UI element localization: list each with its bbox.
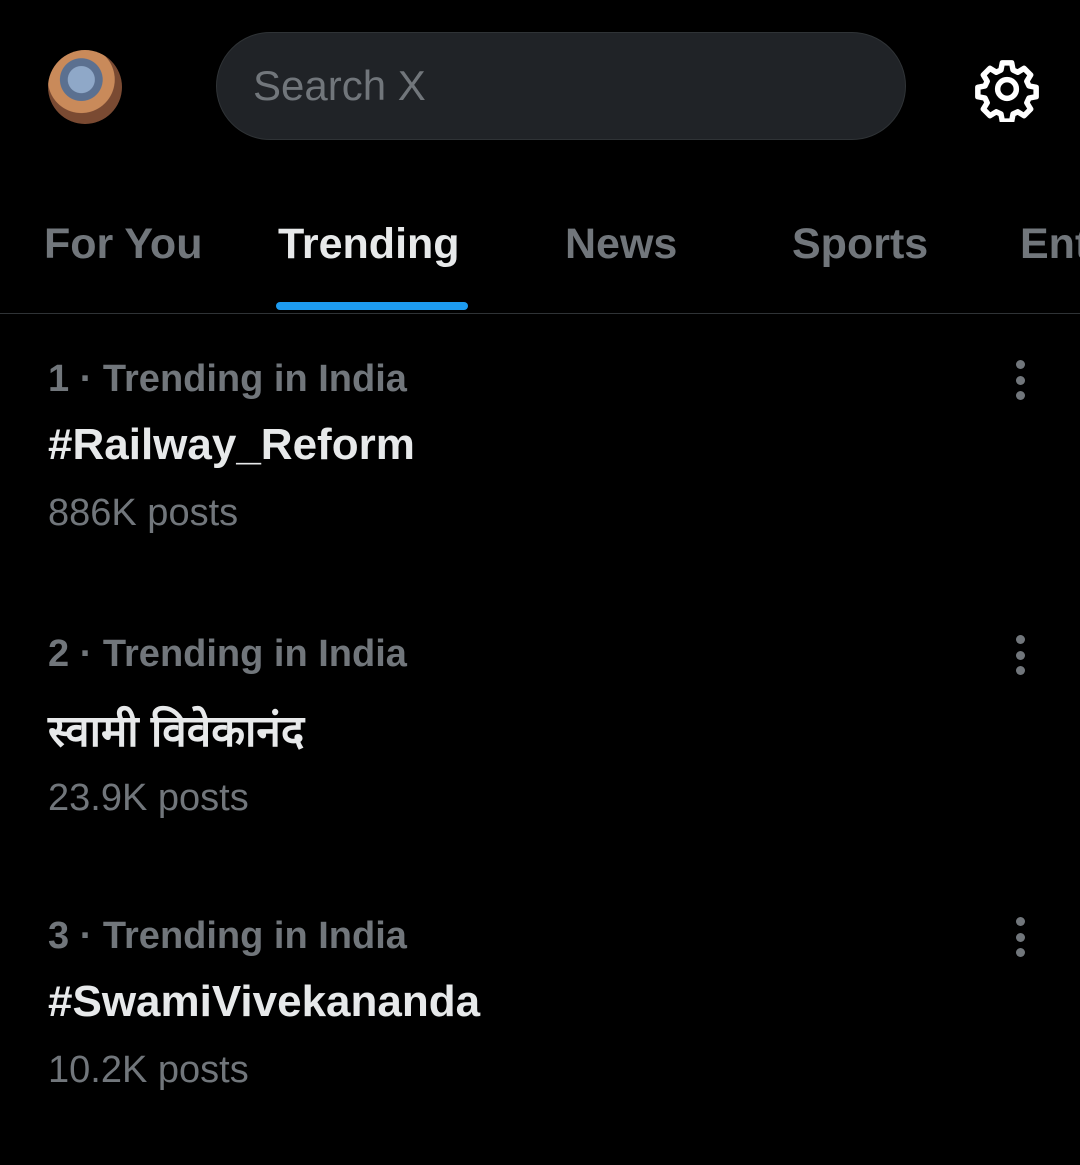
more-options-icon[interactable] — [1004, 635, 1036, 675]
trend-item[interactable]: 1 · Trending in India #Railway_Reform 88… — [0, 358, 1080, 608]
trend-name: #Railway_Reform — [48, 420, 415, 469]
trend-name: #SwamiVivekananda — [48, 977, 481, 1026]
trend-meta: 3 · Trending in India — [48, 915, 407, 957]
trend-item[interactable]: 2 · Trending in India स्वामी विवेकानंद 2… — [0, 633, 1080, 883]
more-options-icon[interactable] — [1004, 917, 1036, 957]
trend-item[interactable]: 3 · Trending in India #SwamiVivekananda … — [0, 915, 1080, 1165]
active-tab-indicator — [276, 302, 468, 310]
trend-post-count: 886K posts — [48, 492, 239, 534]
trend-post-count: 10.2K posts — [48, 1049, 249, 1091]
top-bar: Search X — [0, 0, 1080, 176]
trend-post-count: 23.9K posts — [48, 777, 249, 819]
avatar[interactable] — [48, 50, 122, 124]
tab-news[interactable]: News — [565, 220, 677, 269]
explore-tabs: For You Trending News Sports Ent — [0, 196, 1080, 314]
search-bar[interactable]: Search X — [216, 32, 906, 140]
trend-meta: 2 · Trending in India — [48, 633, 407, 675]
trend-meta: 1 · Trending in India — [48, 358, 407, 400]
tab-entertainment[interactable]: Ent — [1020, 220, 1080, 269]
tab-trending[interactable]: Trending — [278, 220, 460, 269]
more-options-icon[interactable] — [1004, 360, 1036, 400]
search-placeholder: Search X — [253, 62, 426, 109]
gear-icon[interactable] — [974, 56, 1040, 122]
trend-name: स्वामी विवेकानंद — [48, 707, 305, 756]
tab-sports[interactable]: Sports — [792, 220, 928, 269]
tab-for-you[interactable]: For You — [44, 220, 202, 269]
